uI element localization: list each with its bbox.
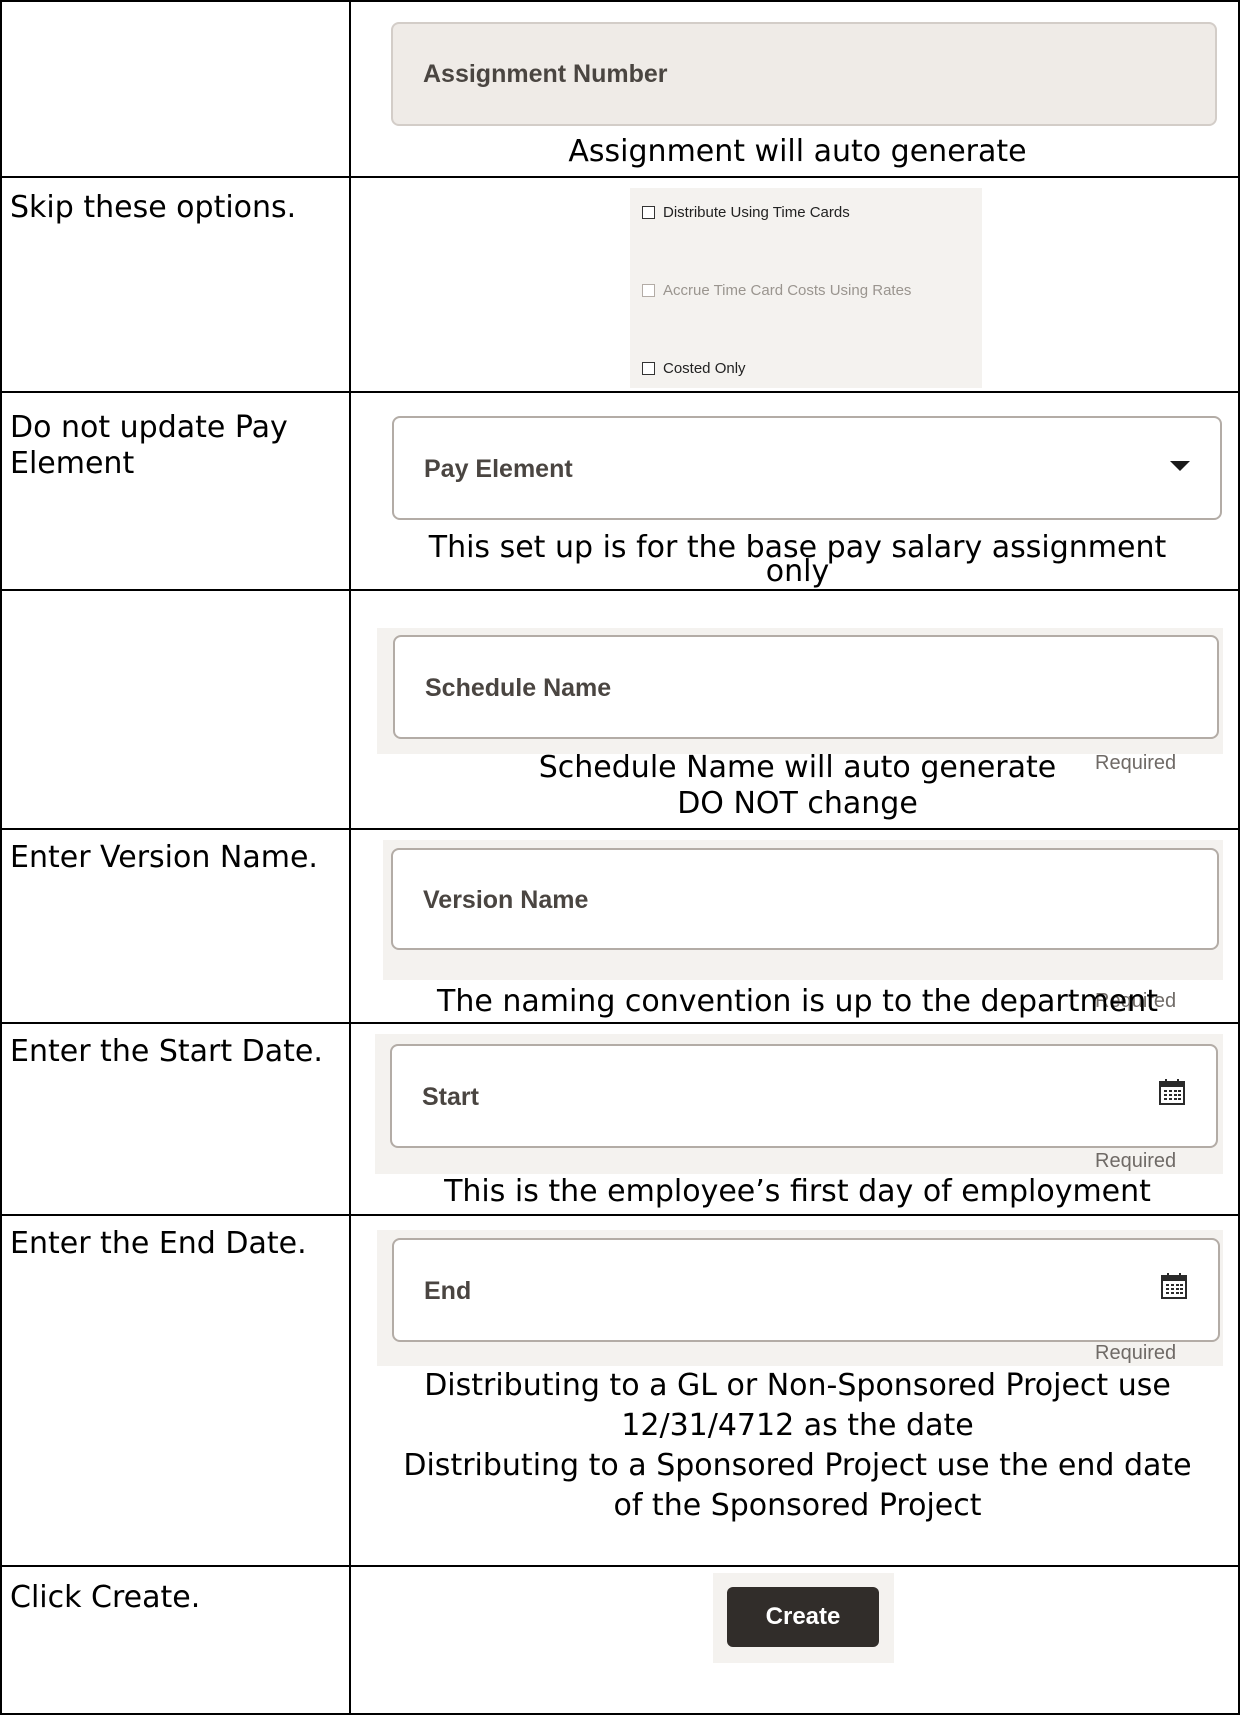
checkbox-label: Accrue Time Card Costs Using Rates xyxy=(663,282,912,299)
checkbox-box xyxy=(642,362,655,375)
calendar-icon[interactable] xyxy=(1160,1272,1188,1300)
caption-line: 12/31/4712 as the date xyxy=(621,1408,974,1443)
schedule-name-field[interactable]: Schedule Name xyxy=(393,635,1219,739)
field-label: Pay Element xyxy=(424,455,573,483)
required-hint: Required xyxy=(1095,1150,1177,1172)
caption-line: of the Sponsored Project xyxy=(613,1488,982,1523)
instruction-text: Skip these options. xyxy=(10,190,297,225)
caption-line: Distributing to a GL or Non-Sponsored Pr… xyxy=(424,1368,1171,1403)
caption-line: Schedule Name will auto generate xyxy=(538,750,1057,785)
create-button-panel: Create xyxy=(713,1573,894,1663)
version-name-panel: Version Name xyxy=(383,840,1223,980)
instruction-text: Enter the Start Date. xyxy=(10,1034,323,1069)
checkbox-box xyxy=(642,284,655,297)
instruction-text: Click Create. xyxy=(10,1580,201,1615)
instruction-text: Enter Version Name. xyxy=(10,840,318,875)
field-label: Version Name xyxy=(423,886,589,914)
caption-line: DO NOT change xyxy=(677,786,918,821)
caption-line: The naming convention is up to the depar… xyxy=(437,984,1158,1019)
end-date-field[interactable]: End xyxy=(392,1238,1220,1342)
caption-line: This is the employee’s first day of empl… xyxy=(444,1174,1151,1209)
assignment-number-field: Assignment Number xyxy=(391,22,1217,126)
start-date-field[interactable]: Start xyxy=(390,1044,1218,1148)
instruction-text: Enter the End Date. xyxy=(10,1226,307,1261)
checkbox-costed-only[interactable]: Costed Only xyxy=(642,360,746,377)
pay-element-select[interactable]: Pay Element xyxy=(392,416,1222,520)
instruction-text: Do not update Pay Element xyxy=(10,410,288,481)
assignment-number-panel: Assignment Number xyxy=(383,14,1223,132)
checkbox-accrue-time-card-costs: Accrue Time Card Costs Using Rates xyxy=(642,282,911,299)
field-label: Start xyxy=(422,1083,479,1111)
calendar-icon[interactable] xyxy=(1158,1078,1186,1106)
field-label: End xyxy=(424,1277,472,1305)
options-panel: Distribute Using Time Cards Accrue Time … xyxy=(630,188,982,388)
field-label: Assignment Number xyxy=(423,60,668,88)
field-label: Schedule Name xyxy=(425,674,612,702)
create-button[interactable]: Create xyxy=(727,1587,879,1647)
caption-line: Assignment will auto generate xyxy=(568,134,1027,169)
caption-line: only xyxy=(765,554,830,589)
schedule-name-panel: Schedule Name xyxy=(377,628,1223,754)
checkbox-label: Distribute Using Time Cards xyxy=(663,204,850,221)
checkbox-box xyxy=(642,206,655,219)
version-name-field[interactable]: Version Name xyxy=(391,848,1219,950)
caption-line: Distributing to a Sponsored Project use … xyxy=(403,1448,1192,1483)
required-hint: Required xyxy=(1095,1342,1177,1364)
checkbox-distribute-using-time-cards[interactable]: Distribute Using Time Cards xyxy=(642,204,850,221)
chevron-down-icon xyxy=(1170,461,1190,471)
checkbox-label: Costed Only xyxy=(663,360,746,377)
